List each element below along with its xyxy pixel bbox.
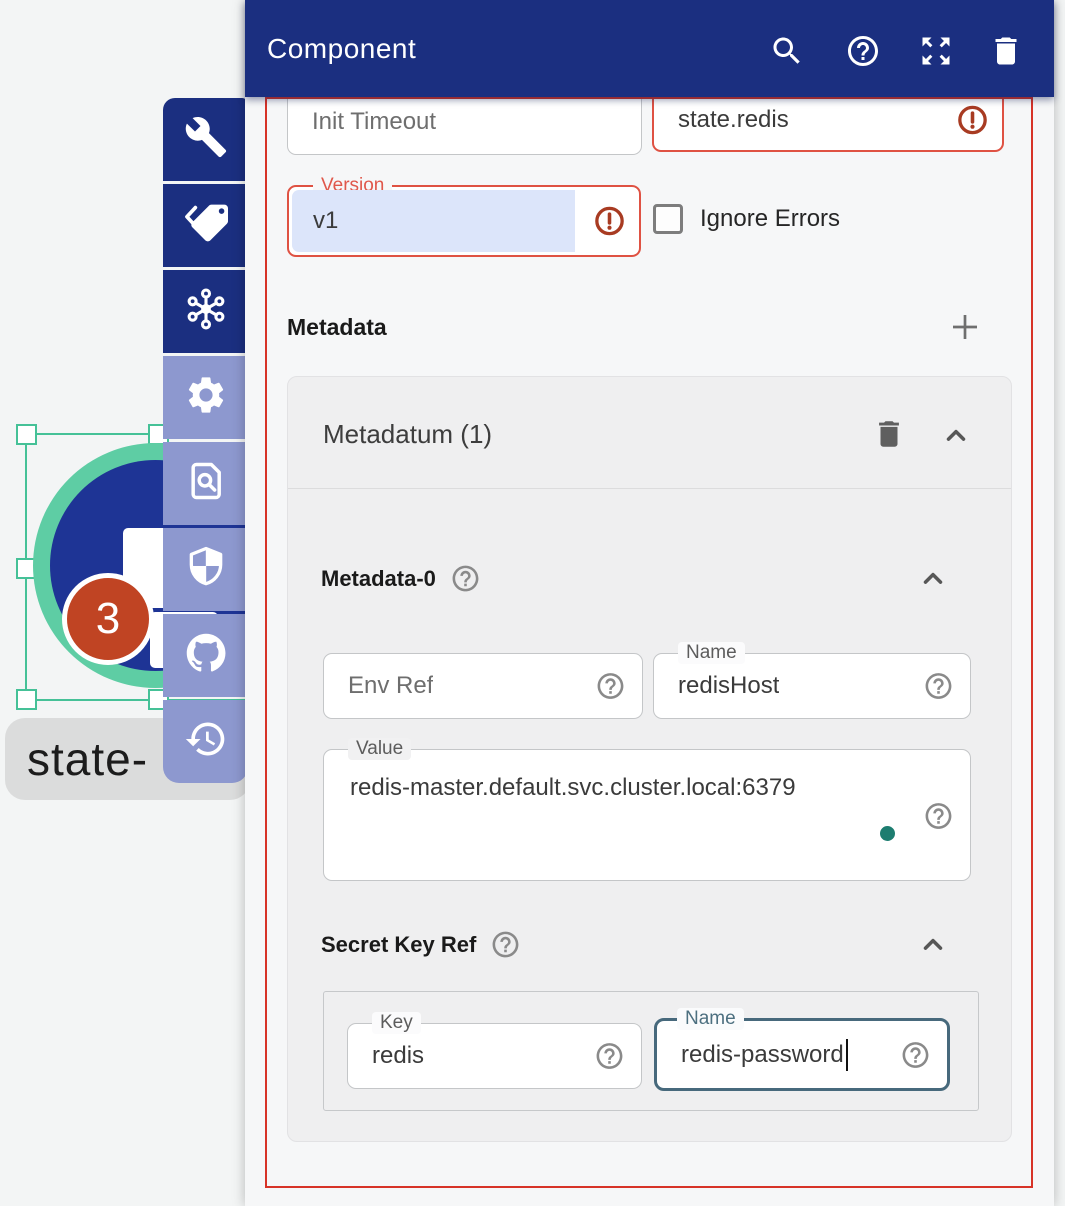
delete-metadatum-icon[interactable]: [872, 417, 906, 451]
help-circle-icon[interactable]: [490, 929, 521, 960]
gear-icon: [184, 373, 228, 422]
secret-name-label: Name: [677, 1008, 744, 1030]
metadatum-card-title: Metadatum (1): [323, 419, 492, 450]
collapse-metadatum-icon[interactable]: [941, 421, 971, 451]
toolbar-button-settings[interactable]: [163, 356, 248, 439]
version-autofill-highlight: v1: [292, 190, 575, 252]
component-type-value: state.redis: [678, 106, 789, 134]
help-circle-icon[interactable]: [595, 671, 626, 702]
help-circle-icon[interactable]: [923, 671, 954, 702]
metadata-value-label: Value: [348, 738, 411, 760]
wrench-icon: [184, 115, 228, 164]
trash-icon[interactable]: [988, 33, 1024, 69]
metadata-name-label: Name: [678, 642, 745, 664]
metadata-entry-heading-row: Metadata-0: [321, 563, 481, 594]
metadata-entry-heading: Metadata-0: [321, 566, 436, 592]
expand-icon[interactable]: [918, 33, 954, 69]
selection-handle[interactable]: [16, 689, 37, 710]
node-toolbar: [163, 98, 248, 783]
secret-key-ref-heading-row: Secret Key Ref: [321, 929, 521, 960]
hub-icon: [184, 287, 228, 336]
toolbar-button-security[interactable]: [163, 528, 248, 611]
error-icon: [593, 205, 626, 238]
tag-icon: [184, 201, 228, 250]
init-timeout-field[interactable]: Init Timeout: [287, 88, 642, 155]
version-value: v1: [313, 207, 338, 235]
secret-key-field[interactable]: Key redis: [347, 1023, 642, 1089]
secret-key-ref-group: Key redis Name redis-password: [323, 991, 979, 1111]
secret-key-label: Key: [372, 1012, 421, 1034]
toolbar-button-history[interactable]: [163, 700, 248, 783]
help-circle-icon[interactable]: [450, 563, 481, 594]
search-icon[interactable]: [769, 33, 805, 69]
help-circle-icon[interactable]: [900, 1039, 931, 1070]
toolbar-button-github[interactable]: [163, 614, 248, 697]
toolbar-button-inspect[interactable]: [163, 442, 248, 525]
divider: [288, 488, 1011, 489]
component-type-field[interactable]: state.redis: [652, 88, 1004, 152]
error-icon: [956, 104, 989, 137]
metadata-name-value: redisHost: [678, 672, 779, 700]
version-field[interactable]: Version v1: [287, 185, 641, 257]
help-icon[interactable]: [845, 33, 881, 69]
env-ref-placeholder: Env Ref: [348, 672, 433, 700]
secret-name-field[interactable]: Name redis-password: [654, 1018, 950, 1091]
metadata-name-field[interactable]: Name redisHost: [653, 653, 971, 719]
metadata-value-field[interactable]: Value redis-master.default.svc.cluster.l…: [323, 749, 971, 881]
help-circle-icon[interactable]: [594, 1041, 625, 1072]
metadatum-card: Metadatum (1) Metadata-0 Env Ref Name re…: [287, 376, 1012, 1142]
resize-dot-icon[interactable]: [880, 826, 895, 841]
collapse-secret-key-ref-icon[interactable]: [918, 930, 948, 960]
shield-icon: [184, 545, 228, 594]
ignore-errors-checkbox[interactable]: [653, 204, 683, 234]
help-circle-icon[interactable]: [923, 801, 954, 832]
init-timeout-placeholder: Init Timeout: [312, 108, 436, 136]
component-panel: Component Init Timeout state.redis Versi…: [245, 0, 1054, 1206]
env-ref-field[interactable]: Env Ref: [323, 653, 643, 719]
selection-handle[interactable]: [16, 424, 37, 445]
toolbar-button-components[interactable]: [163, 270, 248, 353]
github-icon: [184, 631, 228, 680]
metadata-value-text: redis-master.default.svc.cluster.local:6…: [350, 774, 796, 802]
error-count-badge[interactable]: 3: [62, 573, 154, 665]
ignore-errors-label: Ignore Errors: [700, 205, 840, 233]
secret-key-ref-heading: Secret Key Ref: [321, 932, 476, 958]
history-icon: [184, 717, 228, 766]
secret-key-value: redis: [372, 1042, 424, 1070]
metadata-heading: Metadata: [287, 314, 387, 341]
panel-header: Component: [245, 0, 1054, 97]
add-metadata-icon[interactable]: [947, 309, 983, 345]
toolbar-button-build[interactable]: [163, 98, 248, 181]
document-search-icon: [184, 459, 228, 508]
panel-title: Component: [267, 33, 416, 65]
collapse-entry-icon[interactable]: [918, 564, 948, 594]
toolbar-button-tags[interactable]: [163, 184, 248, 267]
secret-name-value: redis-password: [681, 1041, 844, 1069]
app-root: 3 state- Component: [0, 0, 1065, 1206]
text-cursor: [846, 1039, 848, 1071]
